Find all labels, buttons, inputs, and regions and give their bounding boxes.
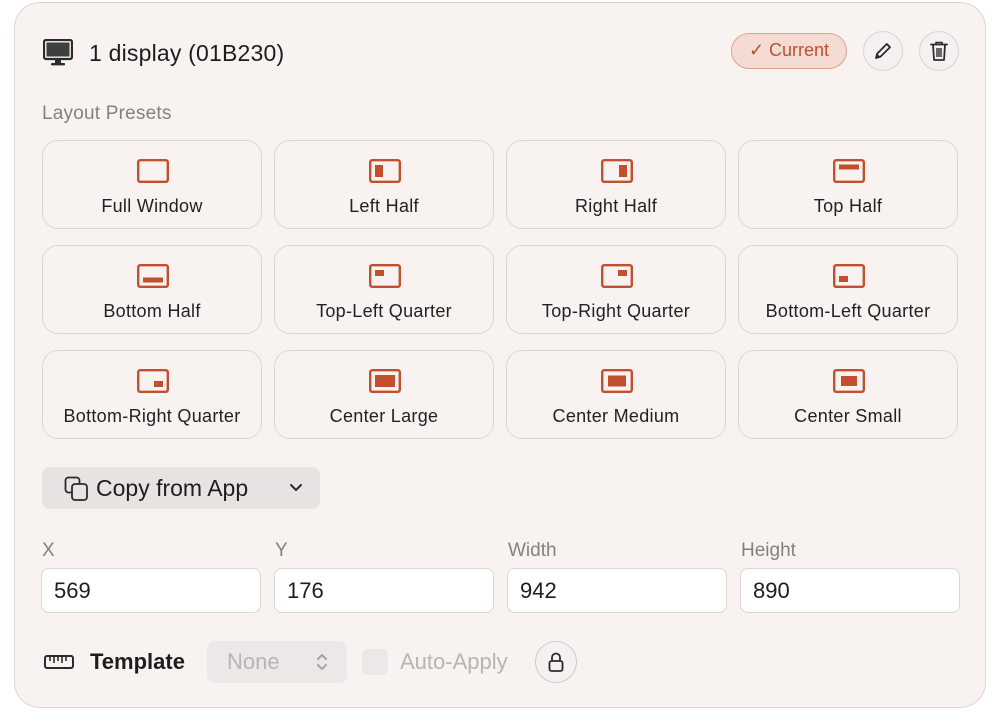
height-field[interactable] <box>740 568 960 613</box>
width-label: Width <box>508 540 557 561</box>
preset-label: Left Half <box>349 196 419 216</box>
center-large-icon <box>369 369 401 393</box>
top-right-quarter-icon <box>601 264 633 288</box>
preset-label: Center Large <box>329 406 439 426</box>
preset-grid: Full Window Left Half Right Half Top Hal… <box>42 140 958 439</box>
preset-top-left-quarter[interactable]: Top-Left Quarter <box>274 245 494 334</box>
pencil-icon <box>875 43 891 59</box>
delete-button[interactable] <box>919 31 959 71</box>
x-label: X <box>42 540 55 561</box>
preset-center-small[interactable]: Center Small <box>738 350 958 439</box>
top-left-quarter-icon <box>369 264 401 288</box>
auto-apply-label: Auto-Apply <box>400 649 508 674</box>
preset-top-half[interactable]: Top Half <box>738 140 958 229</box>
card-header: 1 display (01B230) ✓ Current <box>15 3 985 103</box>
template-label: Template <box>90 649 185 674</box>
preset-bottom-half[interactable]: Bottom Half <box>42 245 262 334</box>
preset-bottom-left-quarter[interactable]: Bottom-Left Quarter <box>738 245 958 334</box>
current-badge: ✓ Current <box>731 33 847 69</box>
copy-icon <box>64 476 88 501</box>
full-window-icon <box>137 159 169 183</box>
preset-label: Center Medium <box>552 406 680 426</box>
left-half-icon <box>369 159 401 183</box>
copy-from-app-label: Copy from App <box>96 475 249 501</box>
bottom-right-quarter-icon <box>137 369 169 393</box>
chevron-updown-icon <box>317 654 327 670</box>
bottom-half-icon <box>137 264 169 288</box>
ruler-icon <box>44 655 74 669</box>
center-small-icon <box>833 369 865 393</box>
display-card: 1 display (01B230) ✓ Current Layout Pres… <box>14 2 986 708</box>
preset-label: Bottom-Left Quarter <box>765 301 931 321</box>
preset-label: Top Half <box>813 196 883 216</box>
copy-from-app-button[interactable]: Copy from App <box>42 467 320 509</box>
preset-label: Bottom-Right Quarter <box>63 406 241 426</box>
center-medium-icon <box>601 369 633 393</box>
edit-button[interactable] <box>863 31 903 71</box>
top-half-icon <box>833 159 865 183</box>
preset-right-half[interactable]: Right Half <box>506 140 726 229</box>
trash-icon <box>930 41 948 61</box>
preset-label: Full Window <box>101 196 203 216</box>
preset-label: Bottom Half <box>103 301 201 321</box>
lock-icon <box>548 652 564 672</box>
bottom-left-quarter-icon <box>833 264 865 288</box>
y-label: Y <box>275 540 288 561</box>
height-label: Height <box>741 540 796 561</box>
layout-presets-label: Layout Presets <box>42 103 172 124</box>
y-field[interactable] <box>274 568 494 613</box>
chevron-down-icon <box>290 484 302 491</box>
preset-bottom-right-quarter[interactable]: Bottom-Right Quarter <box>42 350 262 439</box>
display-title: 1 display (01B230) <box>89 40 285 66</box>
right-half-icon <box>601 159 633 183</box>
monitor-icon <box>43 39 73 66</box>
preset-label: Center Small <box>794 406 902 426</box>
width-field[interactable] <box>507 568 727 613</box>
lock-button[interactable] <box>535 641 577 683</box>
preset-center-large[interactable]: Center Large <box>274 350 494 439</box>
preset-label: Top-Left Quarter <box>316 301 452 321</box>
preset-top-right-quarter[interactable]: Top-Right Quarter <box>506 245 726 334</box>
template-value: None <box>227 649 280 674</box>
auto-apply-checkbox[interactable] <box>362 649 388 675</box>
x-field[interactable] <box>41 568 261 613</box>
preset-center-medium[interactable]: Center Medium <box>506 350 726 439</box>
preset-left-half[interactable]: Left Half <box>274 140 494 229</box>
template-select[interactable]: None <box>207 641 347 683</box>
preset-full-window[interactable]: Full Window <box>42 140 262 229</box>
preset-label: Right Half <box>574 196 658 216</box>
preset-label: Top-Right Quarter <box>541 301 691 321</box>
